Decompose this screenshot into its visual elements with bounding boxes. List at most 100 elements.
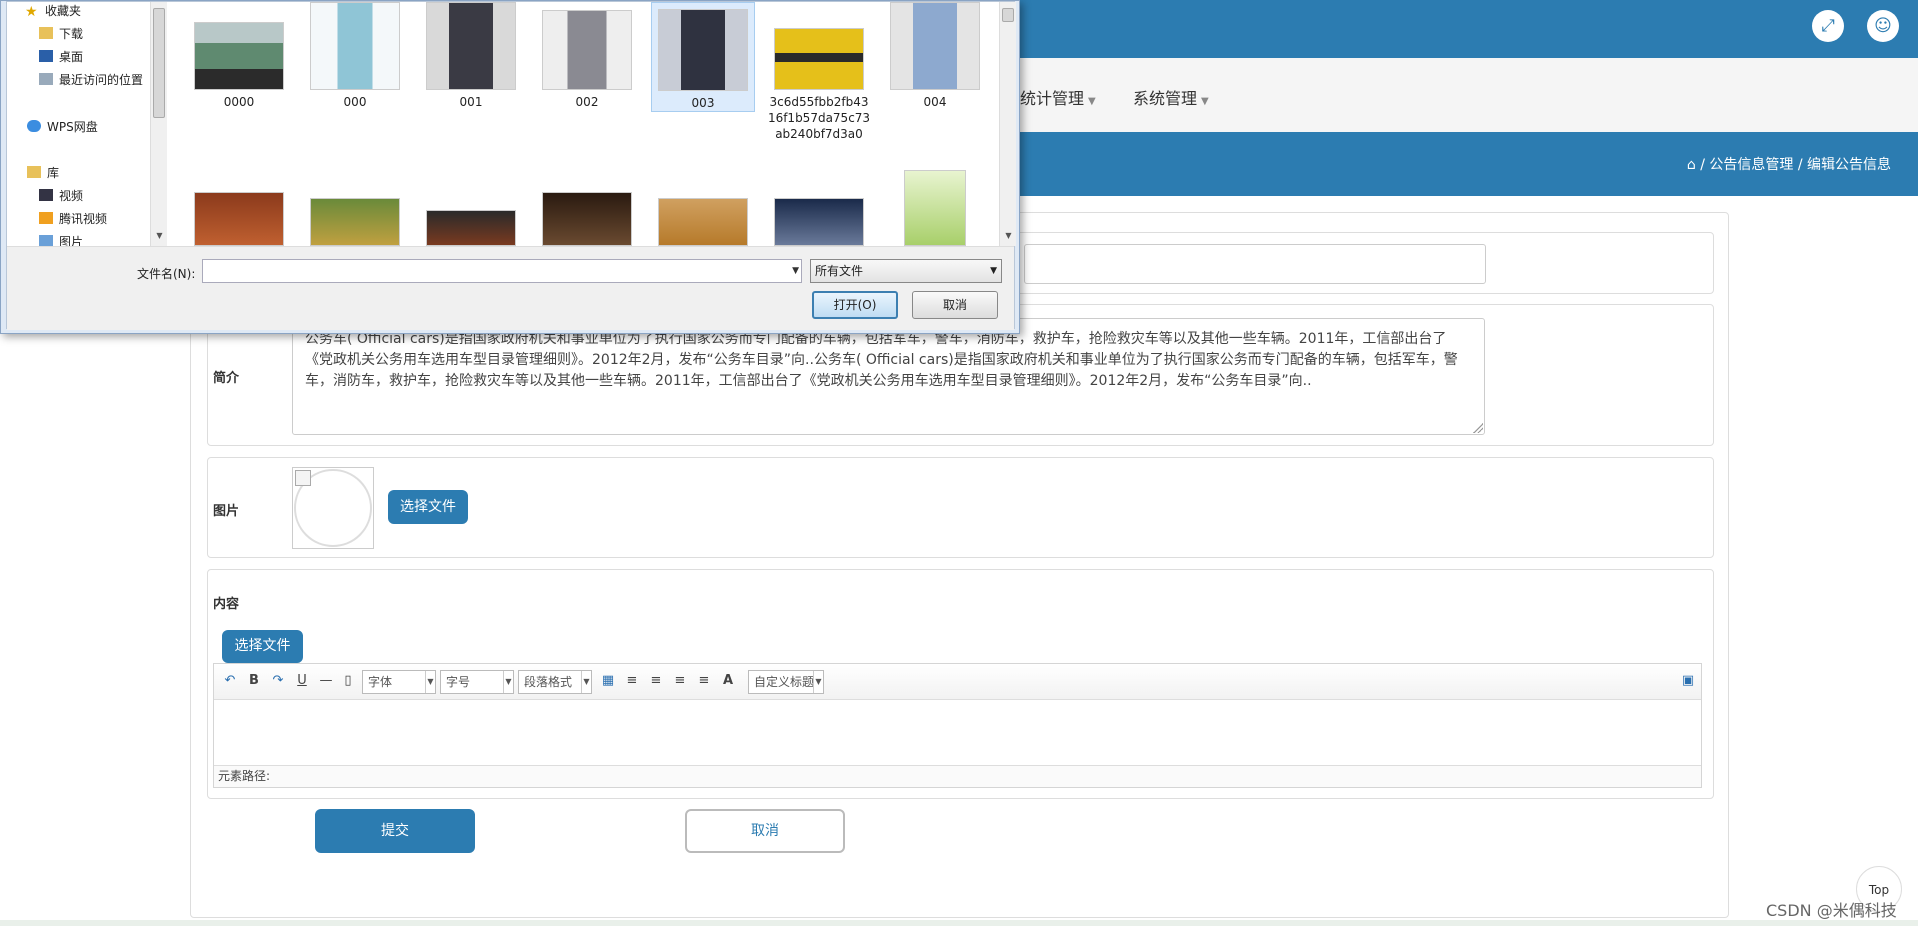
redo-icon[interactable]: ↷ (270, 673, 286, 689)
table-icon[interactable]: ▦ (600, 673, 616, 689)
nav-favorites[interactable]: ★ 收藏夹 (25, 2, 81, 19)
home-icon[interactable]: ⌂ (1687, 157, 1696, 173)
intro-textarea[interactable]: 公务车( Official cars)是指国家政府机关和事业单位为了执行国家公务… (292, 318, 1485, 435)
scroll-down-icon[interactable]: ▼ (1000, 228, 1017, 244)
horizontal-rule-icon[interactable]: — (318, 673, 334, 689)
man-blue-shirt-thumbnail (890, 2, 980, 90)
nav-tencent-video[interactable]: 腾讯视频 (39, 210, 107, 227)
breadcrumb-edit-notice: 编辑公告信息 (1807, 157, 1891, 173)
image-label: 图片 (213, 504, 240, 519)
breadcrumb-notice-manage[interactable]: 公告信息管理 (1709, 157, 1793, 173)
file-item-selected[interactable]: 003 (651, 2, 755, 112)
office-room-thumbnail (774, 198, 864, 246)
dropdown-arrow-icon: ▼ (425, 671, 435, 693)
custom-title-select[interactable]: 自定义标题 ▼ (748, 670, 824, 694)
align-left-icon[interactable]: ≡ (624, 673, 640, 689)
broken-image-icon (295, 470, 311, 486)
file-item[interactable] (187, 192, 291, 246)
woman-suit-thumbnail (426, 2, 516, 90)
desktop-icon (39, 50, 53, 62)
tea-drink-poster-thumbnail (904, 170, 966, 246)
bold-icon[interactable]: B (246, 673, 262, 689)
dropdown-arrow-icon: ▼ (813, 671, 823, 693)
nav-recent[interactable]: 最近访问的位置 (39, 71, 143, 88)
watermark: CSDN @米偶科技 (1766, 901, 1897, 920)
nav-wps-cloud[interactable]: WPS网盘 (27, 118, 98, 135)
dropdown-arrow-icon: ▼ (503, 671, 513, 693)
file-item[interactable]: 000 (303, 2, 407, 118)
content-label: 内容 (213, 597, 240, 612)
align-right-icon[interactable]: ≡ (648, 673, 664, 689)
align-center-icon[interactable]: ≡ (672, 673, 688, 689)
file-list: 0000 000 001 002 003 3c6d55fbb2fb4316f1b… (177, 2, 997, 246)
nav-library[interactable]: 库 (27, 164, 59, 181)
hotpot-food-thumbnail (310, 198, 400, 246)
nav-item-stats[interactable]: 统计管理 ▼ (1020, 85, 1096, 109)
nav-item-system[interactable]: 系统管理 ▼ (1133, 85, 1209, 109)
element-path-bar: 元素路径: (214, 765, 1701, 787)
caret-down-icon: ▼ (1201, 96, 1209, 107)
filename-input[interactable]: ▼ (202, 259, 802, 283)
submit-button[interactable]: 提交 (315, 809, 475, 853)
undo-icon[interactable]: ↶ (222, 673, 238, 689)
image-preview (292, 467, 374, 549)
fullscreen-editor-icon[interactable]: ▣ (1680, 673, 1696, 689)
editor-content-area[interactable] (214, 700, 1701, 766)
nav-videos[interactable]: 视频 (39, 187, 83, 204)
file-item[interactable] (303, 198, 407, 246)
nav-downloads[interactable]: 下载 (39, 25, 83, 42)
font-family-select[interactable]: 字体 ▼ (362, 670, 436, 694)
choose-image-button[interactable]: 选择文件 (388, 490, 468, 524)
open-button[interactable]: 打开(O) (812, 291, 898, 319)
dropdown-arrow-icon[interactable]: ▼ (792, 260, 799, 282)
cancel-button[interactable]: 取消 (685, 809, 845, 853)
rich-text-editor: ↶ B ↷ U — ▯ 字体 ▼ 字号 ▼ 段落格式 ▼ ▦ ≡ ≡ ≡ ≡ A 自定… (213, 663, 1702, 788)
resize-grip-icon[interactable] (1473, 423, 1483, 433)
content-choose-file-button[interactable]: 选择文件 (222, 630, 303, 663)
page-icon[interactable]: ▯ (340, 673, 356, 689)
font-size-select[interactable]: 字号 ▼ (440, 670, 514, 694)
bus-photo-thumbnail (194, 22, 284, 90)
file-list-scrollbar[interactable]: ▼ (999, 2, 1016, 246)
file-item[interactable]: 001 (419, 2, 523, 118)
user-icon[interactable]: ☺ (1867, 10, 1899, 42)
file-type-select[interactable]: 所有文件 ▼ (810, 259, 1002, 283)
folder-icon (39, 212, 53, 224)
dropdown-arrow-icon: ▼ (990, 266, 997, 276)
file-item[interactable] (767, 198, 871, 246)
file-item[interactable] (419, 210, 523, 246)
man-suit-thumbnail (658, 9, 748, 91)
intro-label: 简介 (213, 371, 240, 386)
title-input[interactable] (1024, 244, 1486, 284)
scrollbar-thumb[interactable] (1002, 8, 1014, 22)
finance-ad-thumbnail (774, 28, 864, 90)
nav-pane-scrollbar[interactable]: ▼ (150, 2, 167, 246)
file-item[interactable] (651, 198, 755, 246)
file-item[interactable]: 3c6d55fbb2fb4316f1b57da75c73ab240bf7d3a0 (767, 2, 871, 162)
dropdown-arrow-icon: ▼ (581, 671, 591, 693)
filename-label: 文件名(N): (137, 267, 196, 281)
expand-icon[interactable]: ⤢ (1812, 10, 1844, 42)
align-justify-icon[interactable]: ≡ (696, 673, 712, 689)
bottom-strip (0, 920, 1918, 926)
file-item[interactable]: 002 (535, 2, 639, 118)
video-icon (39, 189, 53, 201)
file-item[interactable] (883, 170, 987, 246)
paragraph-format-select[interactable]: 段落格式 ▼ (518, 670, 592, 694)
font-color-icon[interactable]: A (720, 673, 736, 689)
scrollbar-thumb[interactable] (153, 8, 165, 118)
restaurant-interior-thumbnail (542, 192, 632, 246)
library-icon (27, 166, 41, 178)
cloud-icon (27, 120, 41, 132)
editor-toolbar: ↶ B ↷ U — ▯ 字体 ▼ 字号 ▼ 段落格式 ▼ ▦ ≡ ≡ ≡ ≡ A 自定… (214, 664, 1701, 700)
file-item[interactable] (535, 192, 639, 246)
nav-desktop[interactable]: 桌面 (39, 48, 83, 65)
scroll-down-icon[interactable]: ▼ (151, 228, 168, 244)
dialog-cancel-button[interactable]: 取消 (912, 291, 998, 319)
file-item[interactable]: 0000 (187, 2, 291, 118)
file-item[interactable]: 004 (883, 2, 987, 118)
woman-grey-suit-thumbnail (542, 10, 632, 90)
cafe-seats-thumbnail (658, 198, 748, 246)
underline-icon[interactable]: U (294, 673, 310, 689)
grill-food-thumbnail (426, 210, 516, 246)
